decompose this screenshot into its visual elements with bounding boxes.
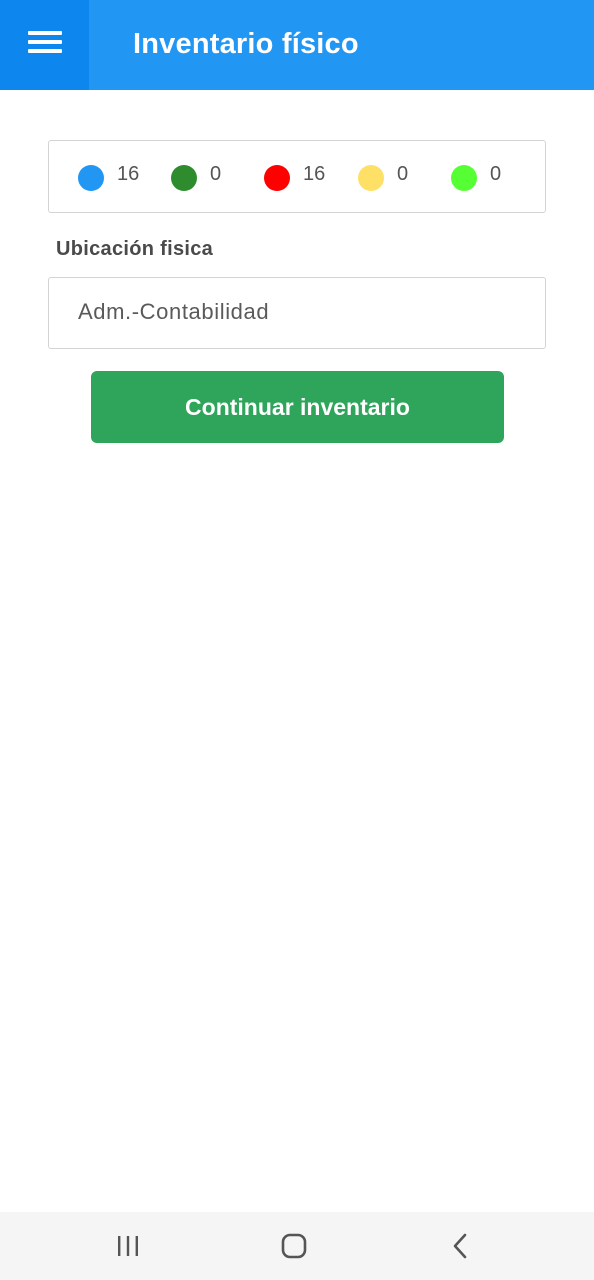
status-item-dark-green: 0 (171, 141, 221, 212)
app-bar: Inventario físico (0, 0, 594, 90)
system-navigation-bar (0, 1212, 594, 1280)
back-button[interactable] (421, 1212, 501, 1280)
back-chevron-icon (453, 1233, 467, 1259)
location-field[interactable]: Adm.-Contabilidad (48, 277, 546, 349)
page-title: Inventario físico (133, 28, 359, 60)
status-item-red: 16 (264, 141, 325, 212)
home-icon (281, 1233, 307, 1259)
status-count-light-green: 0 (490, 163, 502, 185)
yellow-status-dot-icon (358, 164, 384, 191)
home-button[interactable] (254, 1212, 334, 1280)
menu-button[interactable] (0, 0, 89, 90)
location-label: Ubicación fisica (56, 238, 214, 260)
status-summary-card: 16 0 16 0 0 (48, 140, 546, 213)
continue-inventory-button[interactable]: Continuar inventario (91, 371, 504, 443)
status-count-dark-green: 0 (210, 163, 222, 185)
app-screen: Inventario físico 16 0 16 0 0 Ubicación … (0, 0, 594, 1280)
status-item-blue: 16 (78, 141, 139, 212)
status-item-light-green: 0 (451, 141, 501, 212)
hamburger-menu-icon (27, 31, 62, 55)
status-count-blue: 16 (117, 163, 140, 185)
recent-apps-icon (118, 1236, 138, 1256)
status-count-red: 16 (303, 163, 326, 185)
status-item-yellow: 0 (358, 141, 408, 212)
dark-green-status-dot-icon (171, 164, 197, 191)
status-count-yellow: 0 (397, 163, 409, 185)
red-status-dot-icon (264, 164, 290, 191)
blue-status-dot-icon (78, 164, 104, 191)
recent-apps-button[interactable] (88, 1212, 168, 1280)
location-value: Adm.-Contabilidad (78, 299, 270, 324)
light-green-status-dot-icon (451, 164, 477, 191)
